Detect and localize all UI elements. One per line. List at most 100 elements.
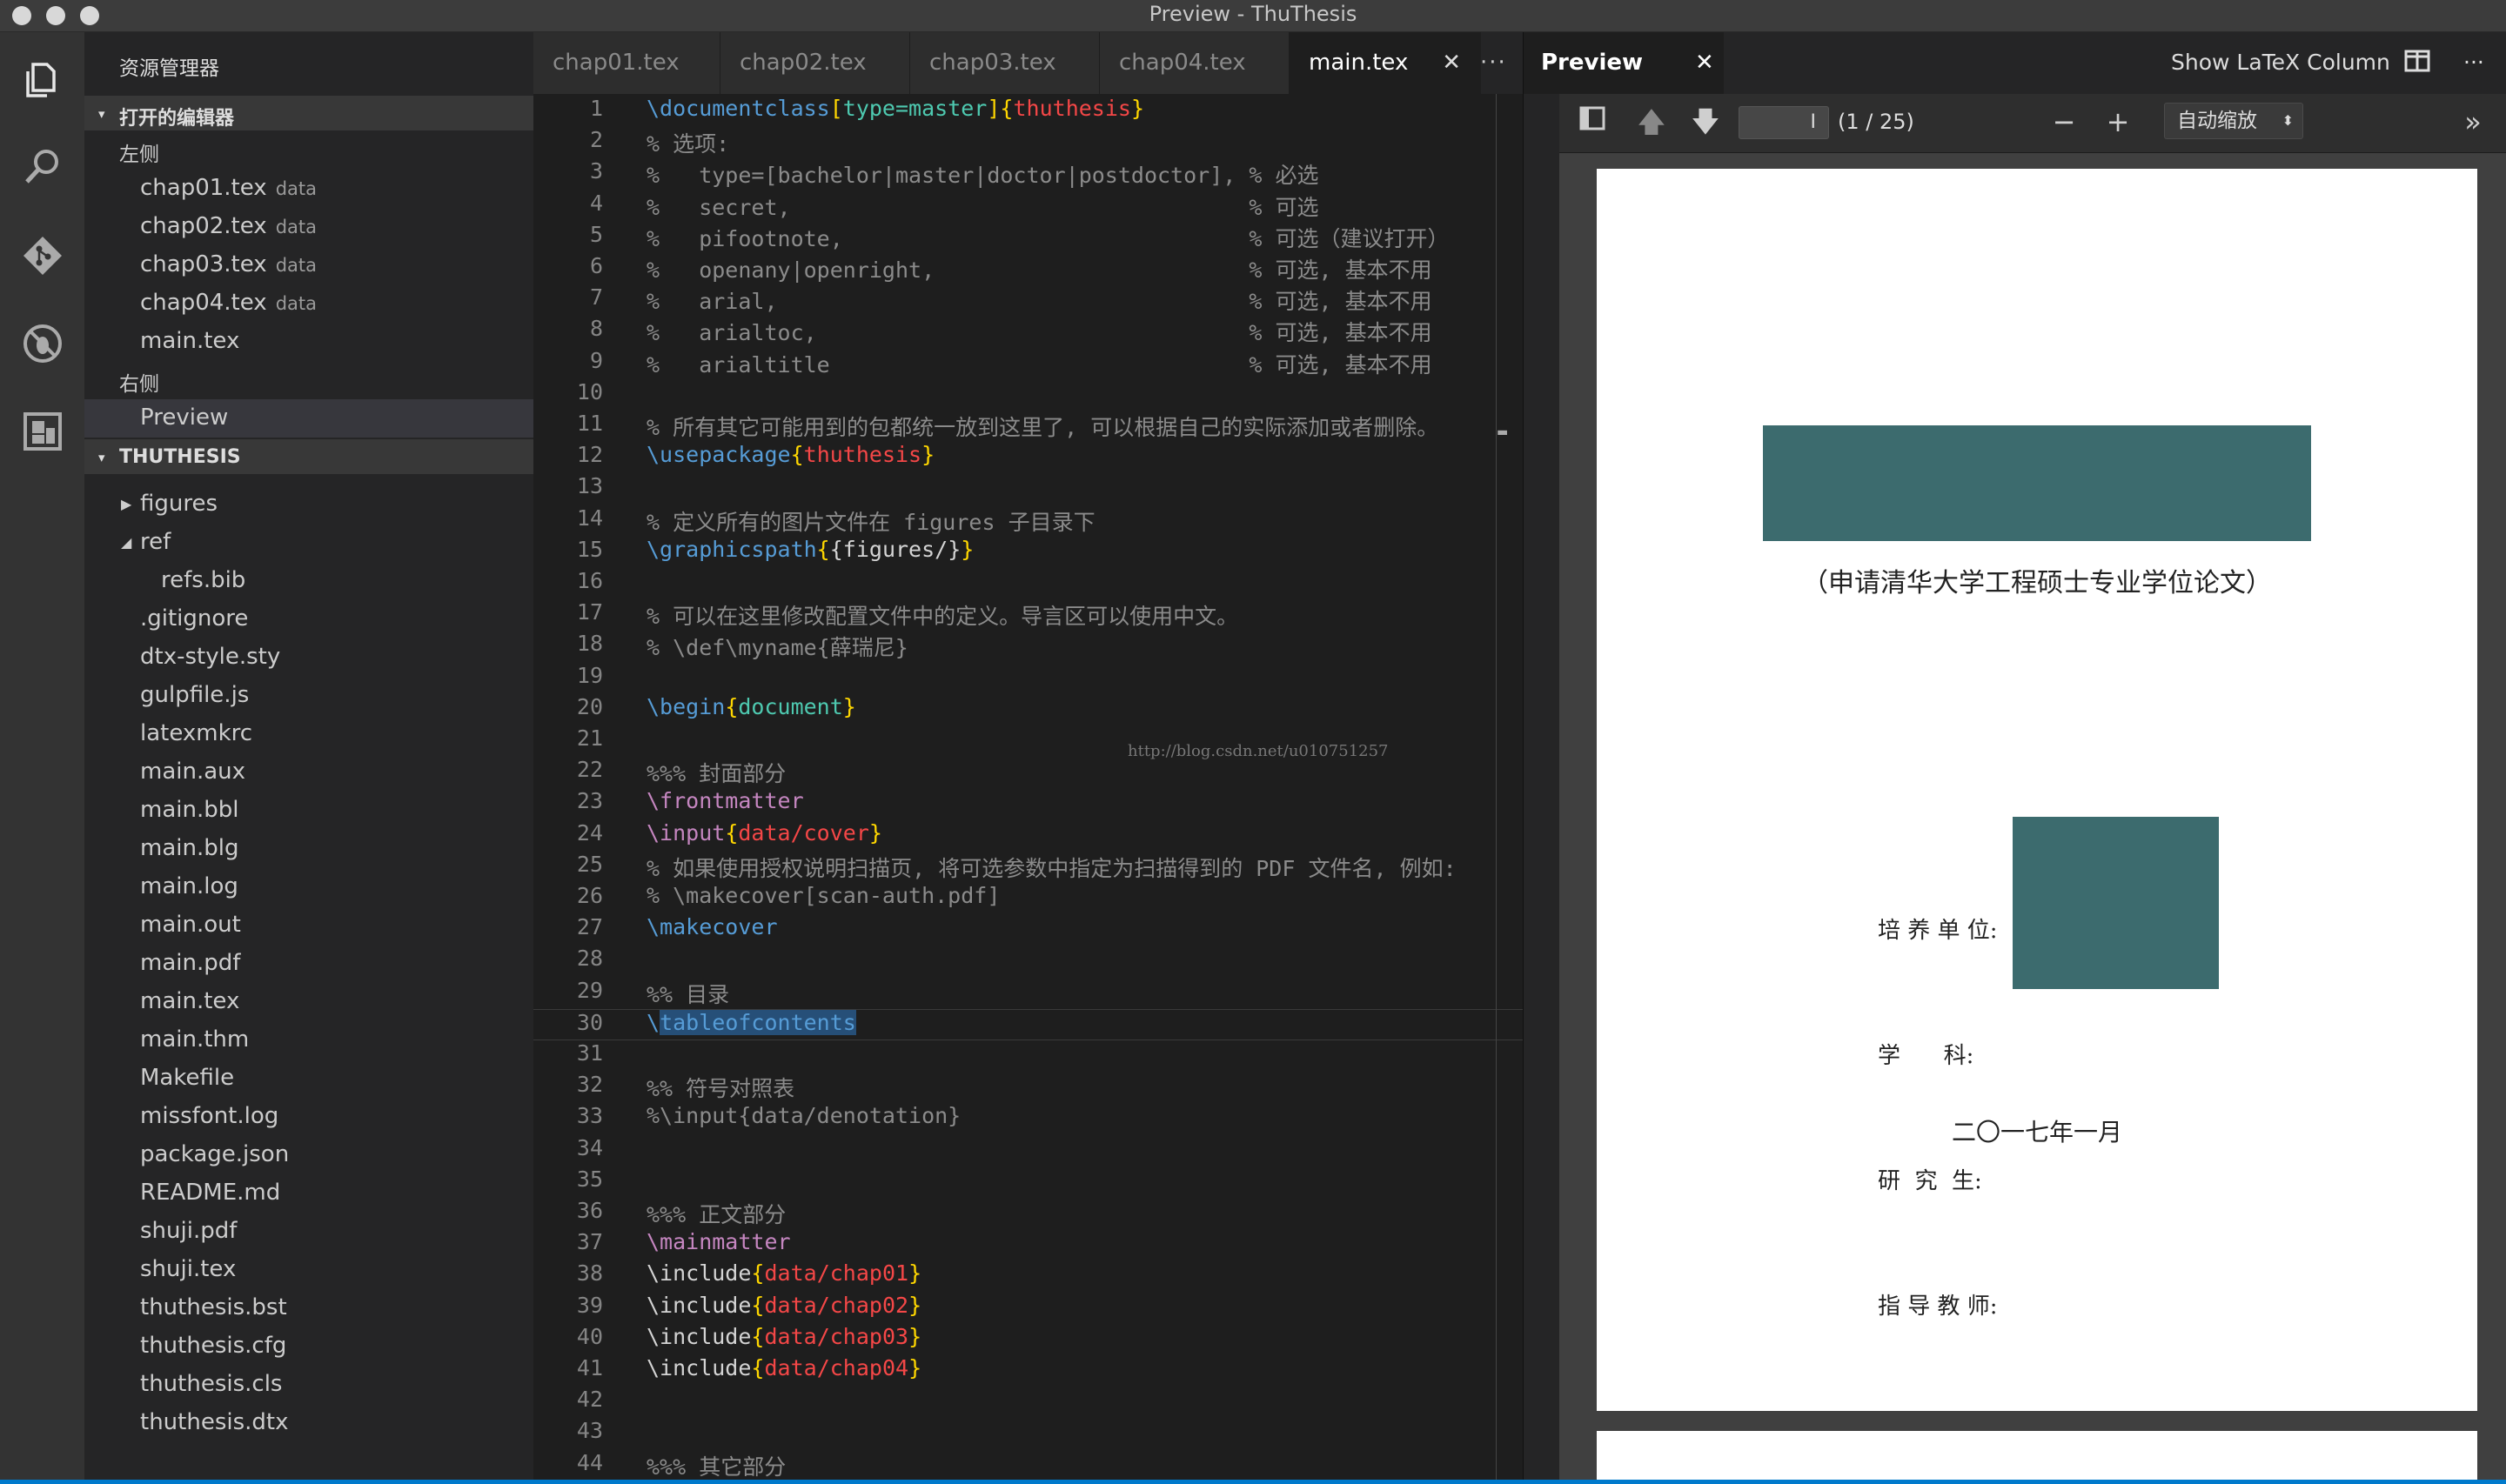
split-editor-icon[interactable] — [2404, 48, 2430, 79]
code-line[interactable]: 23 \frontmatter — [533, 788, 1523, 819]
zoom-in-icon[interactable]: + — [2101, 104, 2135, 139]
folder-ref[interactable]: ◢ ref — [84, 524, 533, 562]
code-line[interactable]: 22 %%% 封面部分 — [533, 757, 1523, 788]
file-item[interactable]: main.pdf — [84, 945, 533, 983]
file-refs-bib[interactable]: refs.bib — [84, 562, 533, 600]
git-icon[interactable] — [19, 232, 66, 279]
file-item[interactable]: README.md — [84, 1174, 533, 1213]
close-icon[interactable]: ✕ — [1695, 50, 1714, 76]
file-item[interactable]: Makefile — [84, 1060, 533, 1098]
code-line[interactable]: 18 % \def\myname{薛瑞尼} — [533, 631, 1523, 662]
folder-figures[interactable]: ▶ figures — [84, 485, 533, 524]
tools-expand-icon[interactable]: » — [2456, 104, 2490, 139]
code-line[interactable]: 1 \documentclass[type=master]{thuthesis} — [533, 96, 1523, 127]
code-line[interactable]: 29 %% 目录 — [533, 978, 1523, 1009]
tab-chap02-tex[interactable]: chap02.tex — [720, 32, 910, 94]
code-line[interactable]: 28 — [533, 946, 1523, 977]
code-line[interactable]: 15 \graphicspath{{figures/}} — [533, 537, 1523, 568]
more-actions-icon[interactable]: ··· — [1480, 50, 1507, 76]
code-line[interactable]: 39 \include{data/chap02} — [533, 1293, 1523, 1324]
close-icon[interactable]: ✕ — [1442, 50, 1461, 76]
code-line[interactable]: 13 — [533, 473, 1523, 505]
code-line[interactable]: 5 % pifootnote, % 可选（建议打开） — [533, 222, 1523, 253]
tab-preview[interactable]: Preview ✕ — [1524, 32, 1724, 94]
file-item[interactable]: main.log — [84, 868, 533, 906]
file-item[interactable]: .gitignore — [84, 600, 533, 638]
code-line[interactable]: 14 % 定义所有的图片文件在 figures 子目录下 — [533, 505, 1523, 537]
code-line[interactable]: 19 — [533, 663, 1523, 694]
file-item[interactable]: main.bbl — [84, 792, 533, 830]
file-item[interactable]: thuthesis.dtx — [84, 1404, 533, 1442]
code-line[interactable]: 32 %% 符号对照表 — [533, 1072, 1523, 1103]
open-editor-item[interactable]: chap02.tex data — [84, 208, 533, 246]
editor-scrollbar[interactable] — [1496, 94, 1497, 1484]
file-item[interactable]: thuthesis.cls — [84, 1366, 533, 1404]
show-latex-column-button[interactable]: Show LaTeX Column — [2171, 50, 2390, 75]
code-line[interactable]: 31 — [533, 1040, 1523, 1072]
tab-chap03-tex[interactable]: chap03.tex — [910, 32, 1100, 94]
preview-more-icon[interactable]: ··· — [2463, 50, 2484, 75]
file-item[interactable]: latexmkrc — [84, 715, 533, 753]
code-line[interactable]: 42 — [533, 1387, 1523, 1418]
extensions-icon[interactable] — [19, 408, 66, 455]
code-line[interactable]: 4 % secret, % 可选 — [533, 191, 1523, 222]
code-line[interactable]: 11 % 所有其它可能用到的包都统一放到这里了, 可以根据自己的实际添加或者删除。 — [533, 411, 1523, 442]
files-icon[interactable] — [19, 57, 66, 104]
file-item[interactable]: main.thm — [84, 1021, 533, 1060]
file-item[interactable]: main.blg — [84, 830, 533, 868]
code-line[interactable]: 9 % arialtitle % 可选, 基本不用 — [533, 348, 1523, 379]
open-editor-item[interactable]: chap01.tex data — [84, 170, 533, 208]
file-item[interactable]: main.out — [84, 906, 533, 945]
tab-chap04-tex[interactable]: chap04.tex — [1100, 32, 1290, 94]
open-editor-item[interactable]: main.tex — [84, 323, 533, 361]
code-line[interactable]: 17 % 可以在这里修改配置文件中的定义。导言区可以使用中文。 — [533, 599, 1523, 631]
code-line[interactable]: 40 \include{data/chap03} — [533, 1324, 1523, 1355]
code-line[interactable]: 10 — [533, 379, 1523, 411]
open-editor-item[interactable]: chap04.tex data — [84, 284, 533, 323]
code-line[interactable]: 35 — [533, 1166, 1523, 1198]
file-item[interactable]: missfont.log — [84, 1098, 533, 1136]
code-line[interactable]: 33 %\input{data/denotation} — [533, 1103, 1523, 1134]
code-line[interactable]: 26 % \makecover[scan-auth.pdf] — [533, 883, 1523, 914]
file-item[interactable]: thuthesis.cfg — [84, 1327, 533, 1366]
code-line[interactable]: 34 — [533, 1135, 1523, 1166]
file-item[interactable]: gulpfile.js — [84, 677, 533, 715]
zoom-select[interactable]: 自动缩放 ⬍ — [2164, 103, 2303, 139]
file-item[interactable]: package.json — [84, 1136, 533, 1174]
zoom-out-icon[interactable]: − — [2047, 104, 2081, 139]
sidebar-toggle-icon[interactable] — [1575, 104, 1610, 139]
code-line[interactable]: 6 % openany|openright, % 可选, 基本不用 — [533, 253, 1523, 284]
page-number-input[interactable]: I — [1739, 106, 1829, 139]
code-area[interactable]: 1 \documentclass[type=master]{thuthesis} 2… — [533, 94, 1523, 1484]
code-line[interactable]: 36 %%% 正文部分 — [533, 1198, 1523, 1229]
code-line[interactable]: 3 % type=[bachelor|master|doctor|postdoct… — [533, 158, 1523, 190]
next-page-icon[interactable]: 🡇 — [1688, 104, 1723, 139]
code-line[interactable]: 24 \input{data/cover} — [533, 820, 1523, 852]
file-item[interactable]: dtx-style.sty — [84, 638, 533, 677]
code-line[interactable]: 8 % arialtoc, % 可选, 基本不用 — [533, 316, 1523, 347]
file-item[interactable]: shuji.tex — [84, 1251, 533, 1289]
code-line[interactable]: 38 \include{data/chap01} — [533, 1260, 1523, 1292]
file-item[interactable]: shuji.pdf — [84, 1213, 533, 1251]
code-line[interactable]: 7 % arial, % 可选, 基本不用 — [533, 284, 1523, 316]
code-line[interactable]: 12 \usepackage{thuthesis} — [533, 442, 1523, 473]
code-line[interactable]: 16 — [533, 568, 1523, 599]
file-item[interactable]: main.tex — [84, 983, 533, 1021]
code-line[interactable]: 27 \makecover — [533, 914, 1523, 946]
code-line[interactable]: 37 \mainmatter — [533, 1229, 1523, 1260]
open-editor-preview[interactable]: Preview — [84, 399, 533, 438]
code-line[interactable]: 30 \tableofcontents — [533, 1008, 1523, 1040]
code-line[interactable]: 25 % 如果使用授权说明扫描页, 将可选参数中指定为扫描得到的 PDF 文件名,… — [533, 852, 1523, 883]
open-editors-header[interactable]: ▾ 打开的编辑器 — [84, 96, 533, 130]
file-item[interactable]: main.aux — [84, 753, 533, 792]
tab-chap01-tex[interactable]: chap01.tex — [533, 32, 720, 94]
file-item[interactable]: thuthesis.bst — [84, 1289, 533, 1327]
code-line[interactable]: 20 \begin{document} — [533, 694, 1523, 725]
open-editor-item[interactable]: chap03.tex data — [84, 246, 533, 284]
code-line[interactable]: 2 % 选项: — [533, 127, 1523, 158]
project-header[interactable]: ▾ THUTHESIS — [84, 439, 533, 474]
search-icon[interactable] — [19, 144, 66, 191]
code-line[interactable]: 41 \include{data/chap04} — [533, 1355, 1523, 1387]
code-line[interactable]: 43 — [533, 1418, 1523, 1449]
debug-icon[interactable] — [19, 320, 66, 367]
